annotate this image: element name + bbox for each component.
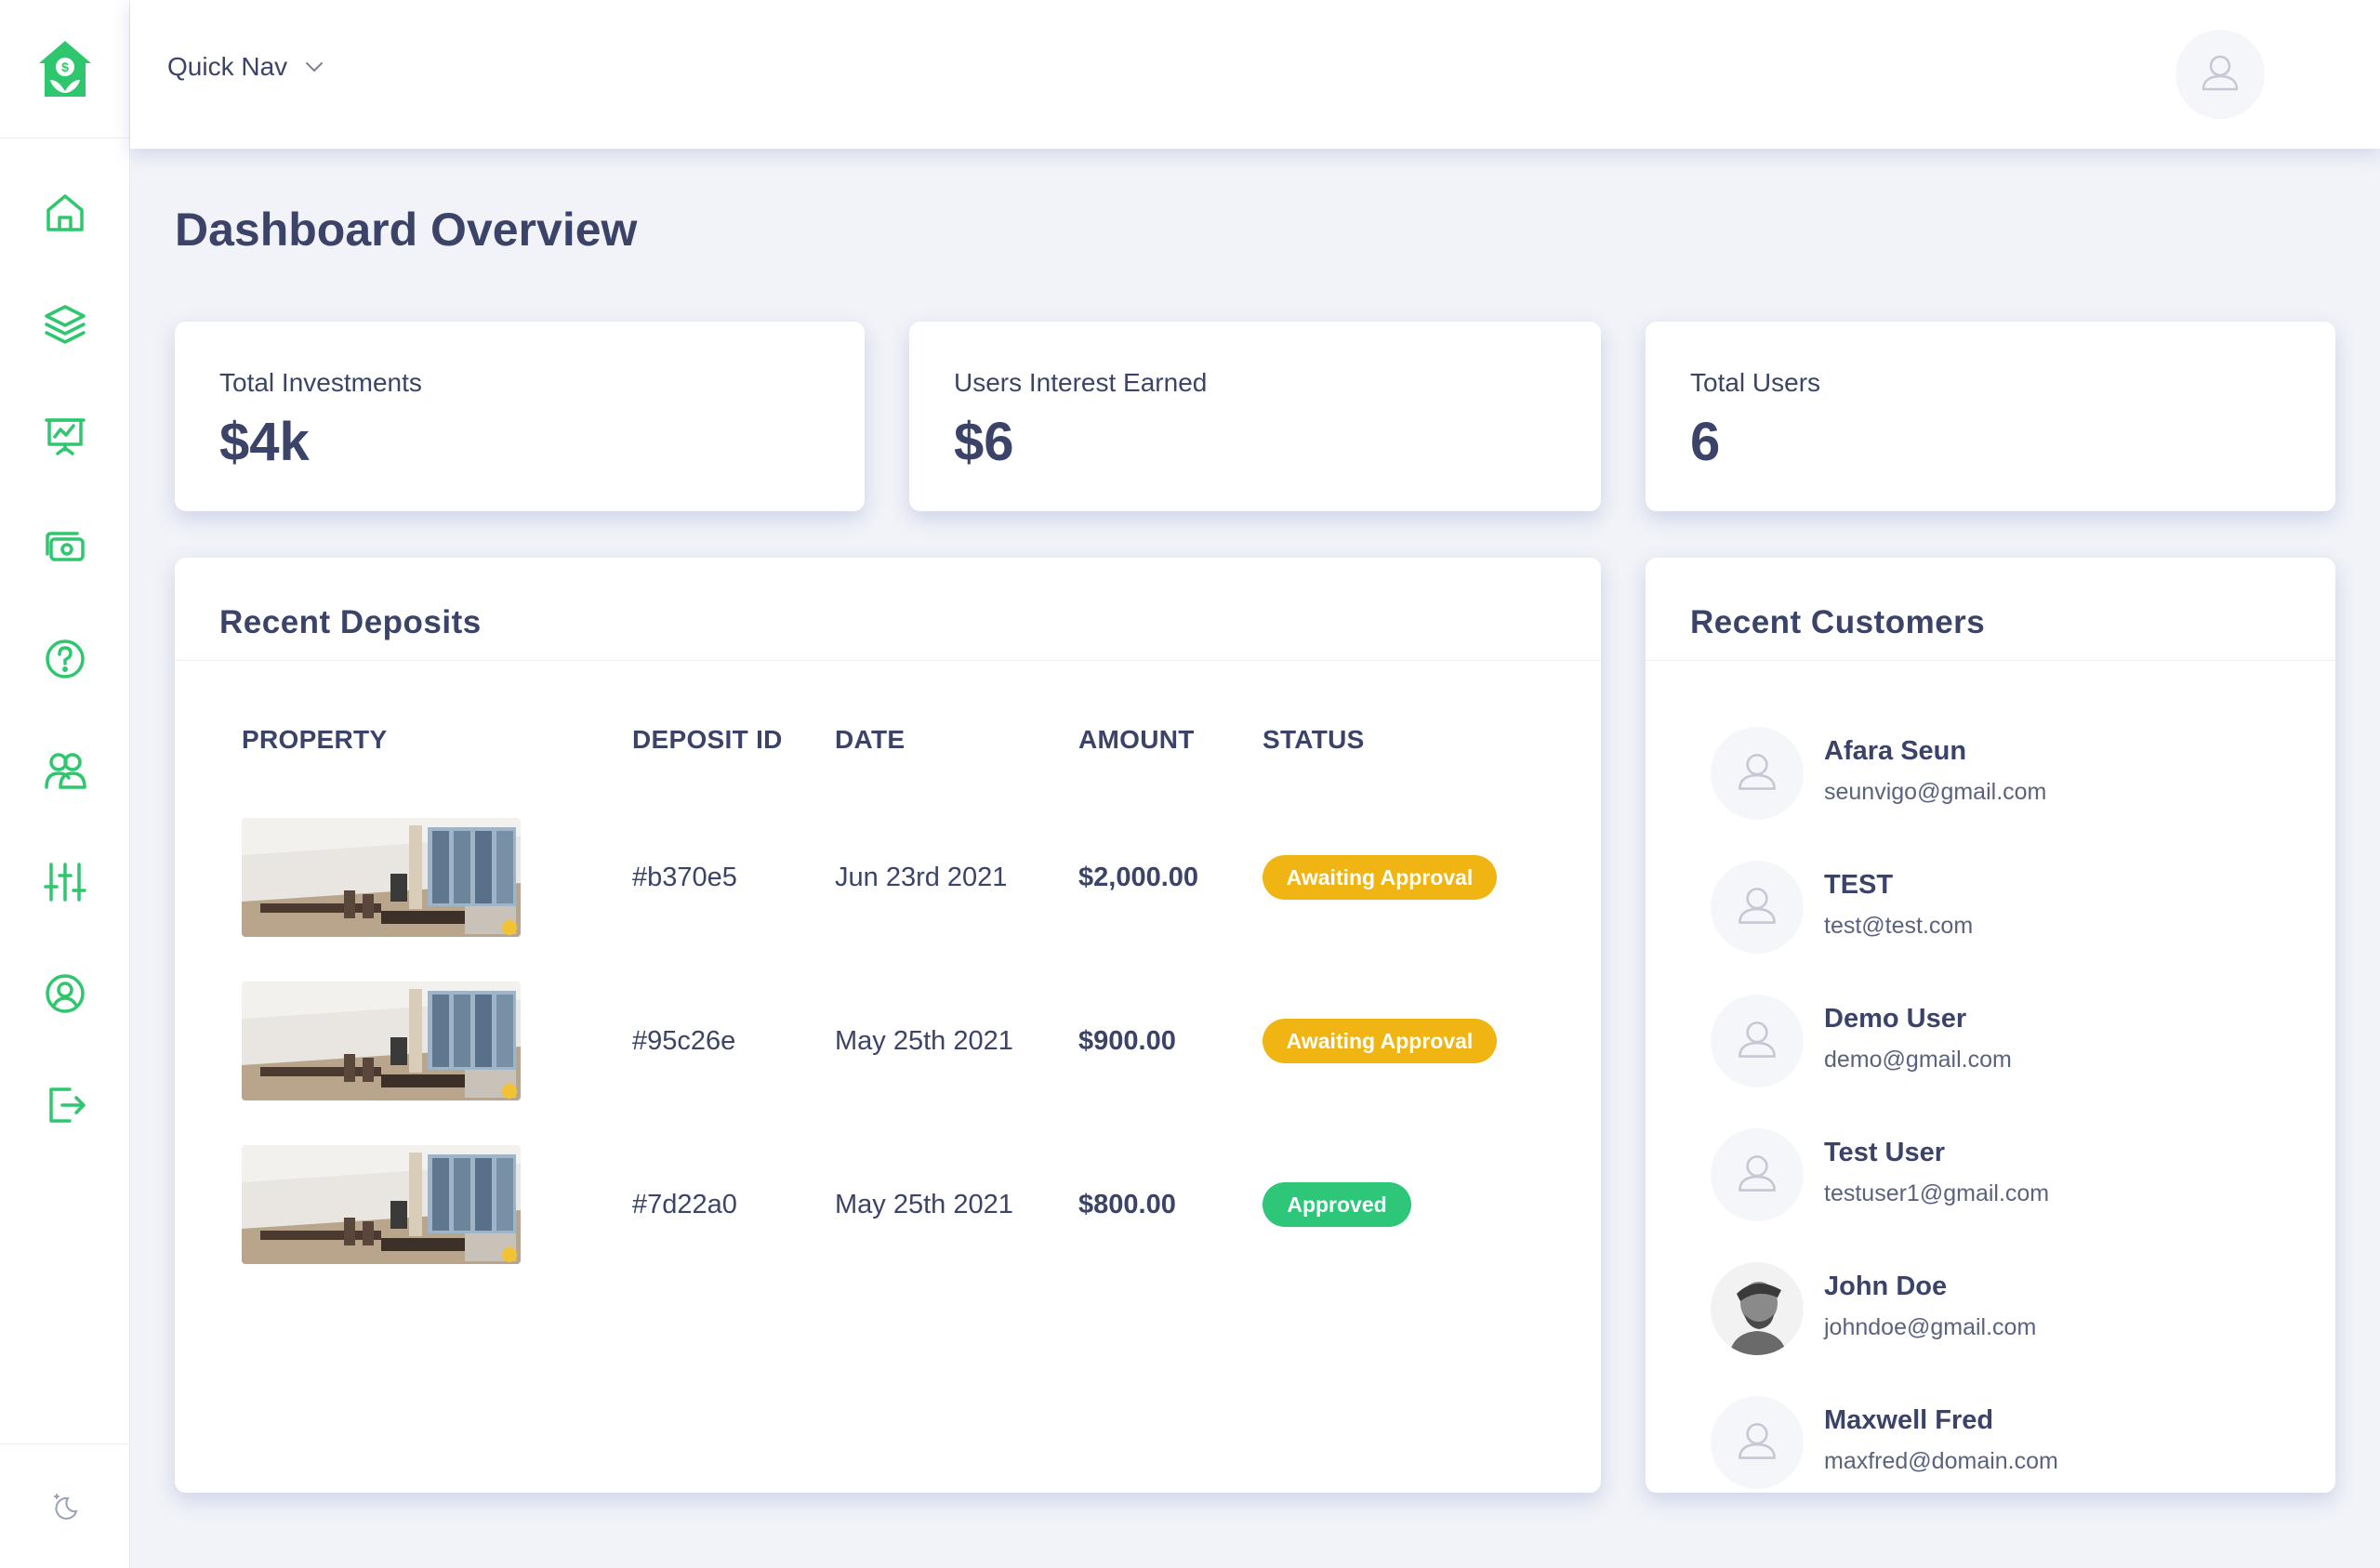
- panel-title: Recent Deposits: [219, 604, 482, 640]
- customer-name: John Doe: [1824, 1272, 1948, 1301]
- chevron-down-icon: [306, 62, 324, 72]
- avatar-photo: [1711, 1262, 1804, 1355]
- column-header-property[interactable]: PROPERTY: [242, 725, 387, 755]
- property-thumbnail[interactable]: [242, 818, 521, 937]
- customer-name: Test User: [1824, 1138, 1946, 1167]
- deposit-date: Jun 23rd 2021: [835, 863, 1008, 892]
- sidebar-item-users[interactable]: [0, 733, 130, 808]
- page-title: Dashboard Overview: [175, 204, 638, 256]
- deposit-date: May 25th 2021: [835, 1026, 1013, 1056]
- stat-label: Total Users: [1690, 368, 1821, 397]
- sidebar-item-home[interactable]: [0, 176, 130, 250]
- moon-icon: [54, 1493, 78, 1520]
- status-badge: Awaiting Approval: [1263, 1019, 1497, 1063]
- users-icon: [45, 753, 86, 789]
- user-avatar[interactable]: [2175, 30, 2265, 119]
- deposit-id: #b370e5: [632, 863, 737, 892]
- house-money-icon: $: [38, 41, 91, 97]
- avatar: [1711, 861, 1804, 954]
- sidebar-item-help[interactable]: [0, 622, 130, 696]
- table-row[interactable]: #b370e5 Jun 23rd 2021 $2,000.00 Awaiting…: [175, 818, 1601, 939]
- user-icon: [2192, 46, 2248, 102]
- sidebar-item-investments[interactable]: [0, 399, 130, 473]
- sidebar-item-settings[interactable]: [0, 845, 130, 919]
- stat-value: $4k: [219, 412, 310, 472]
- recent-deposits-panel: Recent Deposits PROPERTY DEPOSIT ID DATE…: [175, 558, 1601, 1493]
- column-header-date[interactable]: DATE: [835, 725, 905, 755]
- column-header-deposit-id[interactable]: DEPOSIT ID: [632, 725, 783, 755]
- user-icon: [1728, 1414, 1786, 1471]
- status-badge: Approved: [1263, 1182, 1411, 1227]
- home-icon: [46, 194, 84, 231]
- customer-name: Afara Seun: [1824, 736, 1967, 766]
- customer-email: demo@gmail.com: [1824, 1047, 2012, 1073]
- sidebar-item-properties[interactable]: [0, 287, 130, 362]
- sidebar-item-deposits[interactable]: [0, 510, 130, 585]
- customer-email: seunvigo@gmail.com: [1824, 779, 2047, 805]
- customer-email: johndoe@gmail.com: [1824, 1314, 2037, 1340]
- cash-icon: [46, 532, 85, 561]
- user-icon: [1728, 1146, 1786, 1204]
- sidebar-item-profile[interactable]: [0, 956, 130, 1031]
- presentation-chart-icon: [45, 418, 86, 455]
- help-circle-icon: [46, 639, 85, 679]
- list-item[interactable]: Maxwell Fred maxfred@domain.com: [1711, 1396, 2335, 1493]
- avatar: [1711, 1128, 1804, 1221]
- deposit-amount: $900.00: [1078, 1026, 1176, 1056]
- user-circle-icon: [46, 974, 85, 1013]
- list-item[interactable]: John Doe johndoe@gmail.com: [1711, 1262, 2335, 1364]
- customer-name: Maxwell Fred: [1824, 1405, 1994, 1435]
- person-photo: [1711, 1262, 1804, 1355]
- stat-card-interest-earned: Users Interest Earned $6: [909, 322, 1601, 511]
- property-thumbnail[interactable]: [242, 1145, 521, 1264]
- user-icon: [1728, 1012, 1786, 1070]
- stat-card-total-investments: Total Investments $4k: [175, 322, 865, 511]
- user-icon: [1728, 744, 1786, 802]
- column-header-amount[interactable]: AMOUNT: [1078, 725, 1195, 755]
- panel-title: Recent Customers: [1690, 604, 1986, 640]
- list-item[interactable]: Test User testuser1@gmail.com: [1711, 1128, 2335, 1231]
- table-row[interactable]: #95c26e May 25th 2021 $900.00 Awaiting A…: [175, 982, 1601, 1102]
- quick-nav-dropdown[interactable]: Quick Nav: [167, 52, 324, 82]
- stat-label: Users Interest Earned: [954, 368, 1208, 397]
- layers-icon: [45, 305, 86, 344]
- svg-text:$: $: [61, 59, 69, 74]
- customer-email: maxfred@domain.com: [1824, 1448, 2058, 1474]
- sidebar: $: [0, 0, 130, 1568]
- sliders-icon: [44, 863, 86, 902]
- stat-value: $6: [954, 412, 1014, 472]
- list-item[interactable]: Demo User demo@gmail.com: [1711, 995, 2335, 1097]
- deposit-id: #95c26e: [632, 1026, 736, 1056]
- deposit-amount: $800.00: [1078, 1190, 1176, 1219]
- table-row[interactable]: #7d22a0 May 25th 2021 $800.00 Approved: [175, 1145, 1601, 1266]
- divider: [175, 660, 1601, 661]
- avatar: [1711, 1396, 1804, 1489]
- user-icon: [1728, 878, 1786, 936]
- deposit-id: #7d22a0: [632, 1190, 737, 1219]
- logo[interactable]: $: [0, 0, 129, 138]
- recent-customers-panel: Recent Customers Afara Seun seunvigo@gma…: [1646, 558, 2335, 1493]
- column-header-status[interactable]: STATUS: [1263, 725, 1365, 755]
- customer-email: testuser1@gmail.com: [1824, 1180, 2050, 1206]
- customer-name: Demo User: [1824, 1004, 1967, 1034]
- top-header: Quick Nav: [130, 0, 2380, 149]
- avatar: [1711, 995, 1804, 1087]
- customer-name: TEST: [1824, 870, 1894, 900]
- customer-email: test@test.com: [1824, 913, 1974, 939]
- logout-icon: [49, 1087, 86, 1123]
- sidebar-item-logout[interactable]: [0, 1068, 130, 1142]
- theme-toggle[interactable]: [0, 1443, 130, 1568]
- deposit-amount: $2,000.00: [1078, 863, 1199, 892]
- list-item[interactable]: TEST test@test.com: [1711, 861, 2335, 963]
- list-item[interactable]: Afara Seun seunvigo@gmail.com: [1711, 727, 2335, 829]
- property-thumbnail[interactable]: [242, 982, 521, 1100]
- status-badge: Awaiting Approval: [1263, 855, 1497, 900]
- deposit-date: May 25th 2021: [835, 1190, 1013, 1219]
- avatar: [1711, 727, 1804, 820]
- stat-label: Total Investments: [219, 368, 422, 397]
- divider: [1646, 660, 2335, 661]
- quick-nav-label: Quick Nav: [167, 52, 288, 81]
- stat-value: 6: [1690, 412, 1721, 472]
- stat-card-total-users: Total Users 6: [1646, 322, 2335, 511]
